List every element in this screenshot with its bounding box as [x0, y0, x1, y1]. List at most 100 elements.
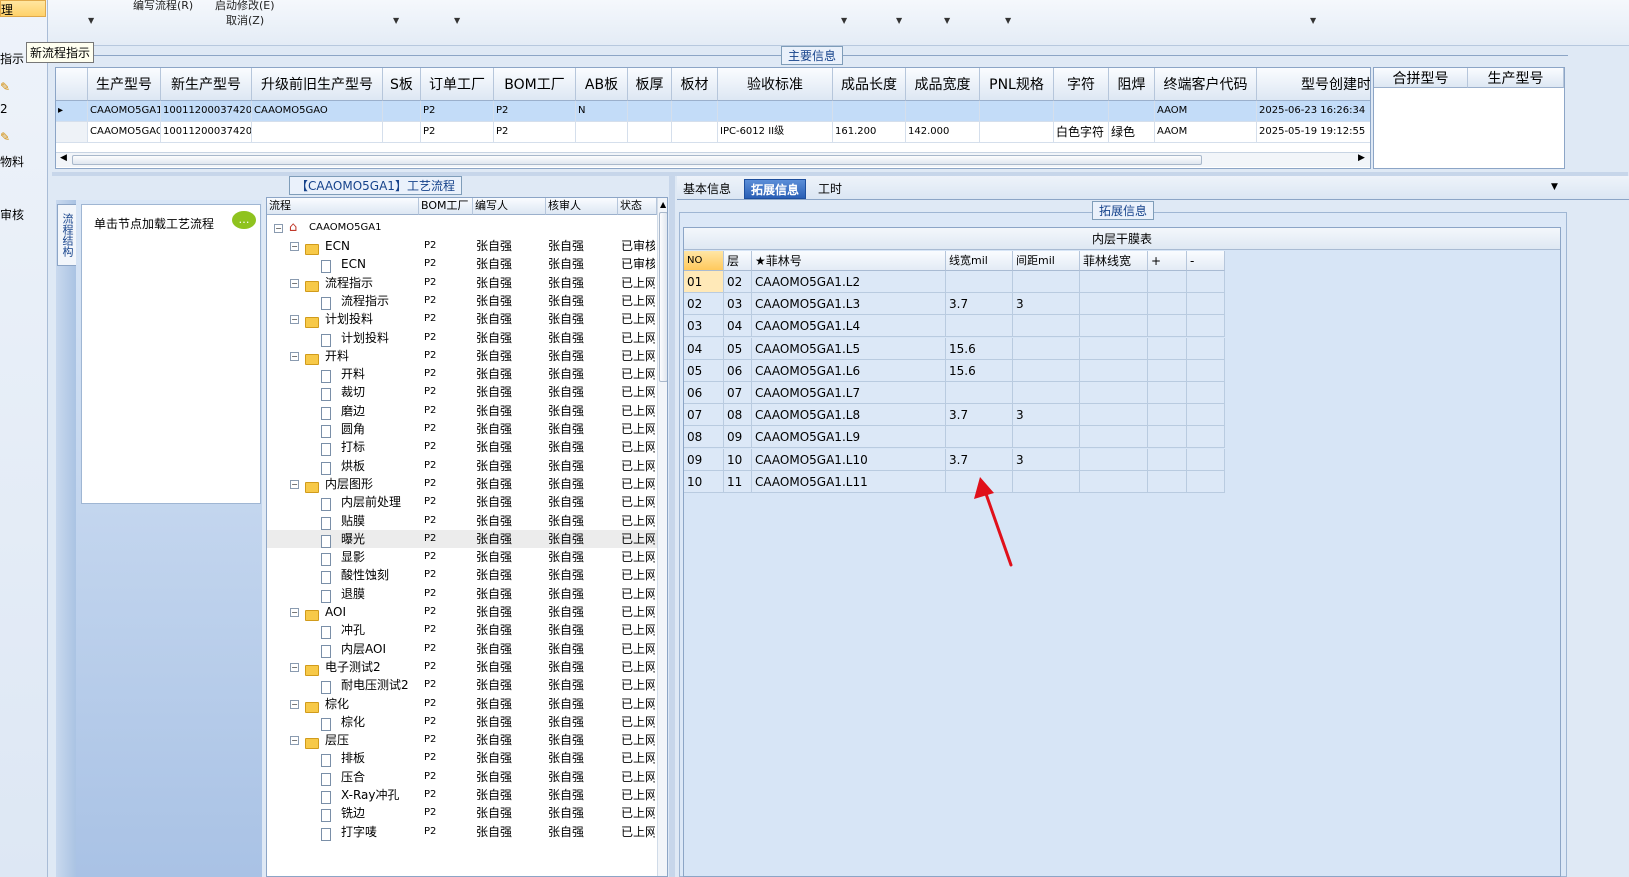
- cell[interactable]: [718, 101, 833, 122]
- cell-gap[interactable]: [1013, 426, 1080, 449]
- cell-film[interactable]: CAAOMO5GA1.L11: [752, 470, 946, 493]
- cell-gap[interactable]: [1013, 315, 1080, 338]
- chevron-down-icon[interactable]: ▼: [393, 16, 399, 25]
- tree-row[interactable]: 磨边 P2 张自强 张自强 已上网: [267, 402, 657, 420]
- vertical-scrollbar[interactable]: ▲: [657, 198, 667, 876]
- cell[interactable]: [576, 122, 628, 143]
- tree-row[interactable]: 显影 P2 张自强 张自强 已上网: [267, 548, 657, 567]
- tree-row[interactable]: − 电子测试2 P2 张自强 张自强 已上网: [267, 658, 657, 676]
- cell-empty[interactable]: [1148, 315, 1187, 338]
- cell[interactable]: 绿色: [1109, 122, 1155, 143]
- cell-layer[interactable]: 06: [724, 359, 752, 382]
- col-header[interactable]: 编写人: [473, 198, 546, 215]
- cell-layer[interactable]: 09: [724, 426, 752, 449]
- collapse-icon[interactable]: −: [290, 658, 299, 676]
- cell-empty[interactable]: [1148, 271, 1187, 293]
- cell[interactable]: P2: [494, 101, 576, 122]
- cell-layer[interactable]: 04: [724, 315, 752, 338]
- tree-row[interactable]: 酸性蚀刻 P2 张自强 张自强 已上网: [267, 566, 657, 585]
- menu-edit-flow[interactable]: 编写流程(R): [133, 0, 193, 13]
- cell-film[interactable]: CAAOMO5GA1.L6: [752, 359, 946, 382]
- cell-empty[interactable]: [1187, 293, 1225, 316]
- cell[interactable]: [980, 101, 1054, 122]
- cell-film[interactable]: CAAOMO5GA1.L7: [752, 382, 946, 404]
- chevron-down-icon[interactable]: ▼: [896, 16, 902, 25]
- tree-row[interactable]: − AOI P2 张自强 张自强 已上网: [267, 603, 657, 621]
- cell-layer[interactable]: 11: [724, 470, 752, 493]
- cell-empty[interactable]: [1187, 404, 1225, 427]
- cell-width[interactable]: 3.7: [946, 404, 1013, 427]
- cell-gap[interactable]: [1013, 382, 1080, 404]
- tree-row[interactable]: 耐电压测试2 P2 张自强 张自强 已上网: [267, 676, 657, 695]
- col-header[interactable]: ★菲林号: [752, 251, 946, 271]
- cell-empty[interactable]: [1080, 315, 1148, 338]
- cell-layer[interactable]: 10: [724, 448, 752, 471]
- tree-row[interactable]: 压合 P2 张自强 张自强 已上网: [267, 768, 657, 786]
- scroll-right-icon[interactable]: ▶: [1358, 153, 1365, 163]
- cell-empty[interactable]: [1080, 293, 1148, 316]
- node-hint-box[interactable]: 单击节点加载工艺流程 …: [81, 204, 261, 504]
- cell-width[interactable]: [946, 271, 1013, 293]
- collapse-icon[interactable]: −: [290, 237, 299, 255]
- chevron-down-icon[interactable]: ▼: [841, 16, 847, 25]
- side-tab-process-structure[interactable]: 流程结构: [57, 204, 76, 266]
- cell[interactable]: 2025-05-19 19:12:55: [1257, 122, 1370, 143]
- tree-row[interactable]: 打标 P2 张自强 张自强 已上网: [267, 438, 657, 457]
- col-header[interactable]: 终端客户代码: [1155, 68, 1257, 101]
- col-header[interactable]: 成品长度: [833, 68, 906, 101]
- cell-empty[interactable]: [1080, 271, 1148, 293]
- cell-gap[interactable]: [1013, 470, 1080, 493]
- tree-row[interactable]: 铣边 P2 张自强 张自强 已上网: [267, 804, 657, 823]
- col-header[interactable]: 合拼型号: [1374, 68, 1468, 88]
- col-header[interactable]: 阻焊: [1109, 68, 1155, 101]
- cell-layer[interactable]: 02: [724, 271, 752, 293]
- col-header[interactable]: 订单工厂: [421, 68, 494, 101]
- col-header[interactable]: 状态: [618, 198, 657, 215]
- cell[interactable]: CAAOMO5GAO: [88, 122, 161, 143]
- tree-row[interactable]: 圆角 P2 张自强 张自强 已上网: [267, 420, 657, 438]
- col-header[interactable]: 型号创建时: [1257, 68, 1370, 101]
- cell-gap[interactable]: 3: [1013, 448, 1080, 471]
- scroll-left-icon[interactable]: ◀: [60, 153, 67, 163]
- cell[interactable]: CAAOMO5GA1: [88, 101, 161, 122]
- cell-no[interactable]: 06: [684, 382, 724, 404]
- tree-row[interactable]: 打字唛 P2 张自强 张自强 已上网: [267, 823, 657, 841]
- cell-empty[interactable]: [1080, 470, 1148, 493]
- cell[interactable]: [1109, 101, 1155, 122]
- cell-empty[interactable]: [1148, 426, 1187, 449]
- row-selector[interactable]: ▸: [56, 101, 88, 122]
- cell-layer[interactable]: 08: [724, 404, 752, 427]
- col-header[interactable]: S板: [383, 68, 421, 101]
- nav-item-3[interactable]: 2: [0, 102, 8, 116]
- col-header[interactable]: 字符: [1054, 68, 1109, 101]
- cell-empty[interactable]: [1148, 293, 1187, 316]
- tree-row[interactable]: 烘板 P2 张自强 张自强 已上网: [267, 457, 657, 475]
- cell[interactable]: 10011200037420: [161, 101, 252, 122]
- cell-film[interactable]: CAAOMO5GA1.L5: [752, 337, 946, 360]
- cell[interactable]: 白色字符: [1054, 122, 1109, 143]
- tree-row[interactable]: 冲孔 P2 张自强 张自强 已上网: [267, 621, 657, 640]
- tree-root[interactable]: − ⌂ CAAOMO5GA1: [267, 219, 657, 237]
- horizontal-scrollbar[interactable]: ◀ ▶: [56, 152, 1370, 167]
- tree-row[interactable]: 裁切 P2 张自强 张自强 已上网: [267, 383, 657, 402]
- cell[interactable]: P2: [421, 122, 494, 143]
- cell[interactable]: P2: [494, 122, 576, 143]
- cell[interactable]: IPC-6012 II级: [718, 122, 833, 143]
- cell[interactable]: [628, 122, 672, 143]
- tree-row[interactable]: − 棕化 P2 张自强 张自强 已上网: [267, 695, 657, 713]
- cell[interactable]: N: [576, 101, 628, 122]
- col-header[interactable]: PNL规格: [980, 68, 1054, 101]
- cell-empty[interactable]: [1187, 271, 1225, 293]
- col-header[interactable]: 线宽mil: [946, 251, 1013, 271]
- cell-empty[interactable]: [1148, 448, 1187, 471]
- collapse-icon[interactable]: −: [290, 731, 299, 749]
- cell-empty[interactable]: [1080, 448, 1148, 471]
- cell[interactable]: [833, 101, 906, 122]
- cell[interactable]: [628, 101, 672, 122]
- col-header[interactable]: 生产型号: [88, 68, 161, 101]
- tree-row[interactable]: 内层AOI P2 张自强 张自强 已上网: [267, 640, 657, 658]
- tree-row[interactable]: − 流程指示 P2 张自强 张自强 已上网: [267, 274, 657, 292]
- cell-width[interactable]: 15.6: [946, 359, 1013, 382]
- cell[interactable]: 10011200037420: [161, 122, 252, 143]
- tree-row[interactable]: 流程指示 P2 张自强 张自强 已上网: [267, 292, 657, 310]
